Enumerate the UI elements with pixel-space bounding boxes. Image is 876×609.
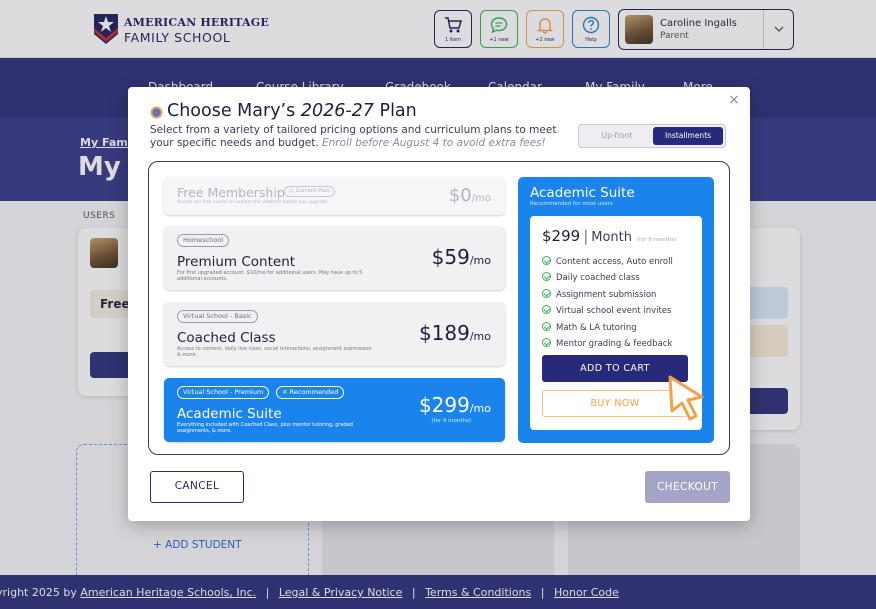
plan-price: $0/mo <box>448 185 491 206</box>
plan-category-badge: Virtual School - Premium <box>177 386 270 399</box>
student-badge-icon <box>150 106 163 119</box>
feature-item: Math & LA tutoring <box>542 322 637 333</box>
plan-description: Everything included with Coached Class, … <box>177 422 353 434</box>
recommended-badge: ✕ Recommended <box>276 386 345 399</box>
check-circle-icon <box>542 338 551 347</box>
payment-toggle[interactable]: Up-front Installments <box>578 124 726 148</box>
feature-item: Mentor grading & feedback <box>542 338 672 349</box>
plan-description: For first upgraded account. $10/mo for a… <box>177 270 363 282</box>
plan-price: $189/mo <box>418 321 491 345</box>
feature-item: Virtual school event invites <box>542 305 671 316</box>
plan-price: $299/mo <box>418 393 491 417</box>
check-circle-icon <box>542 305 551 314</box>
checkout-button[interactable]: CHECKOUT <box>645 471 730 503</box>
detail-subtitle: Recommended for most users <box>530 201 613 207</box>
toggle-installments[interactable]: Installments <box>653 127 723 145</box>
plan-name: Premium Content <box>177 254 296 270</box>
plan-name: Free Membership <box>177 185 285 200</box>
plan-option-premium[interactable]: Homeschool Premium Content For first upg… <box>164 226 505 290</box>
modal-title: Choose Mary’s 2026-27 Plan <box>167 101 417 121</box>
feature-item: Assignment submission <box>542 289 656 300</box>
detail-price: $299 | Month (for 9 months) <box>542 227 677 245</box>
check-circle-icon <box>542 256 551 265</box>
cancel-button[interactable]: CANCEL <box>150 471 244 503</box>
toggle-upfront[interactable]: Up-front <box>581 127 653 145</box>
plan-price: $59/mo <box>431 245 491 269</box>
plan-term: (for 9 months) <box>431 418 471 424</box>
plan-description: Access are free course to explore the pl… <box>177 200 329 205</box>
pointer-cursor-icon <box>668 375 704 421</box>
check-circle-icon <box>542 272 551 281</box>
current-plan-badge: ◎ Current Plan <box>284 186 335 197</box>
plan-option-free[interactable]: Free Membership ◎ Current Plan Access ar… <box>164 177 505 215</box>
plan-option-academic[interactable]: Virtual School - Premium ✕ Recommended A… <box>164 378 505 442</box>
modal-subtitle: Select from a variety of tailored pricin… <box>150 124 557 149</box>
check-circle-icon <box>542 289 551 298</box>
plan-category-badge: Virtual School - Basic <box>177 310 258 323</box>
plan-option-coached[interactable]: Virtual School - Basic Coached Class Acc… <box>164 302 505 366</box>
close-icon[interactable]: × <box>728 93 740 107</box>
plan-description: Access to content, daily live class, soc… <box>177 346 372 358</box>
plan-name: Academic Suite <box>177 406 282 422</box>
plan-category-badge: Homeschool <box>177 234 230 247</box>
detail-title: Academic Suite <box>530 185 635 201</box>
check-circle-icon <box>542 322 551 331</box>
feature-item: Content access, Auto enroll <box>542 256 673 267</box>
feature-item: Daily coached class <box>542 272 640 283</box>
plan-name: Coached Class <box>177 330 276 346</box>
plans-container: Free Membership ◎ Current Plan Access ar… <box>148 161 730 455</box>
plan-selection-modal: × Choose Mary’s 2026-27 Plan Select from… <box>128 87 750 521</box>
